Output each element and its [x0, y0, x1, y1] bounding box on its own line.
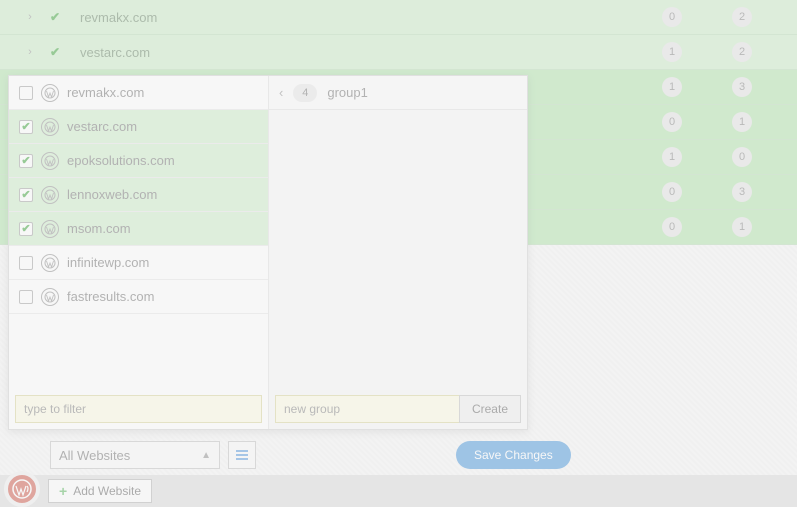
dropdown-value: All Websites — [59, 448, 130, 463]
count-badge: 1 — [732, 112, 752, 132]
save-changes-button[interactable]: Save Changes — [456, 441, 571, 469]
site-name: revmakx.com — [67, 85, 144, 100]
back-icon[interactable]: ‹ — [279, 85, 283, 100]
row-checkbox[interactable]: ✔ — [40, 45, 70, 59]
count-badge: 0 — [732, 147, 752, 167]
wordpress-icon — [41, 220, 59, 238]
sites-dropdown[interactable]: All Websites ▲ — [50, 441, 220, 469]
wordpress-icon — [41, 288, 59, 306]
count-badge: 0 — [662, 217, 682, 237]
wordpress-icon — [41, 186, 59, 204]
site-list: revmakx.com ✔ vestarc.com ✔ epoksolutions.co… — [9, 76, 268, 389]
count-badge: 1 — [662, 42, 682, 62]
list-view-icon[interactable] — [228, 441, 256, 469]
site-name: lennoxweb.com — [67, 187, 157, 202]
site-group-popup: revmakx.com ✔ vestarc.com ✔ epoksolutions.co… — [8, 75, 528, 430]
count-badge: 0 — [662, 112, 682, 132]
list-item[interactable]: fastresults.com — [9, 280, 268, 314]
list-item[interactable]: revmakx.com — [9, 76, 268, 110]
site-checkbox[interactable]: ✔ — [19, 120, 33, 134]
row-site-name: revmakx.com — [70, 10, 637, 25]
site-name: fastresults.com — [67, 289, 154, 304]
add-website-label: Add Website — [73, 484, 141, 498]
count-badge: 0 — [662, 182, 682, 202]
wordpress-icon — [41, 118, 59, 136]
group-header: ‹ 4 group1 — [269, 76, 527, 110]
popup-left-panel: revmakx.com ✔ vestarc.com ✔ epoksolutions.co… — [9, 76, 269, 429]
list-item[interactable]: infinitewp.com — [9, 246, 268, 280]
list-item[interactable]: ✔ lennoxweb.com — [9, 178, 268, 212]
expand-icon[interactable]: › — [20, 11, 40, 23]
wordpress-icon — [41, 84, 59, 102]
table-row[interactable]: ›✔revmakx.com 0 2 — [0, 0, 797, 35]
chevron-up-icon: ▲ — [201, 450, 211, 461]
table-row[interactable]: ›✔vestarc.com 1 2 — [0, 35, 797, 70]
group-count-badge: 4 — [293, 84, 317, 102]
list-item[interactable]: ✔ vestarc.com — [9, 110, 268, 144]
footer-bar: + Add Website — [0, 475, 797, 507]
site-name: infinitewp.com — [67, 255, 149, 270]
row-site-name: vestarc.com — [70, 45, 637, 60]
expand-icon[interactable]: › — [20, 46, 40, 58]
count-badge: 2 — [732, 7, 752, 27]
wordpress-logo-icon[interactable] — [4, 471, 40, 507]
bottom-bar: All Websites ▲ Save Changes — [0, 435, 797, 475]
site-name: msom.com — [67, 221, 131, 236]
group-body — [269, 110, 527, 389]
list-item[interactable]: ✔ epoksolutions.com — [9, 144, 268, 178]
wordpress-icon — [41, 152, 59, 170]
count-badge: 1 — [732, 217, 752, 237]
row-checkbox[interactable]: ✔ — [40, 10, 70, 24]
group-name: group1 — [327, 85, 367, 100]
count-badge: 2 — [732, 42, 752, 62]
create-button[interactable]: Create — [459, 395, 521, 423]
site-checkbox[interactable]: ✔ — [19, 222, 33, 236]
count-badge: 1 — [662, 147, 682, 167]
count-badge: 3 — [732, 77, 752, 97]
site-name: vestarc.com — [67, 119, 137, 134]
count-badge: 1 — [662, 77, 682, 97]
count-badge: 0 — [662, 7, 682, 27]
new-group-input[interactable] — [275, 395, 459, 423]
site-name: epoksolutions.com — [67, 153, 175, 168]
wordpress-icon — [41, 254, 59, 272]
list-item[interactable]: ✔ msom.com — [9, 212, 268, 246]
site-checkbox[interactable] — [19, 290, 33, 304]
site-checkbox[interactable] — [19, 256, 33, 270]
site-checkbox[interactable]: ✔ — [19, 188, 33, 202]
popup-right-panel: ‹ 4 group1 Create — [269, 76, 527, 429]
count-badge: 3 — [732, 182, 752, 202]
add-website-button[interactable]: + Add Website — [48, 479, 152, 503]
site-checkbox[interactable] — [19, 86, 33, 100]
plus-icon: + — [59, 483, 67, 499]
filter-input[interactable] — [15, 395, 262, 423]
site-checkbox[interactable]: ✔ — [19, 154, 33, 168]
